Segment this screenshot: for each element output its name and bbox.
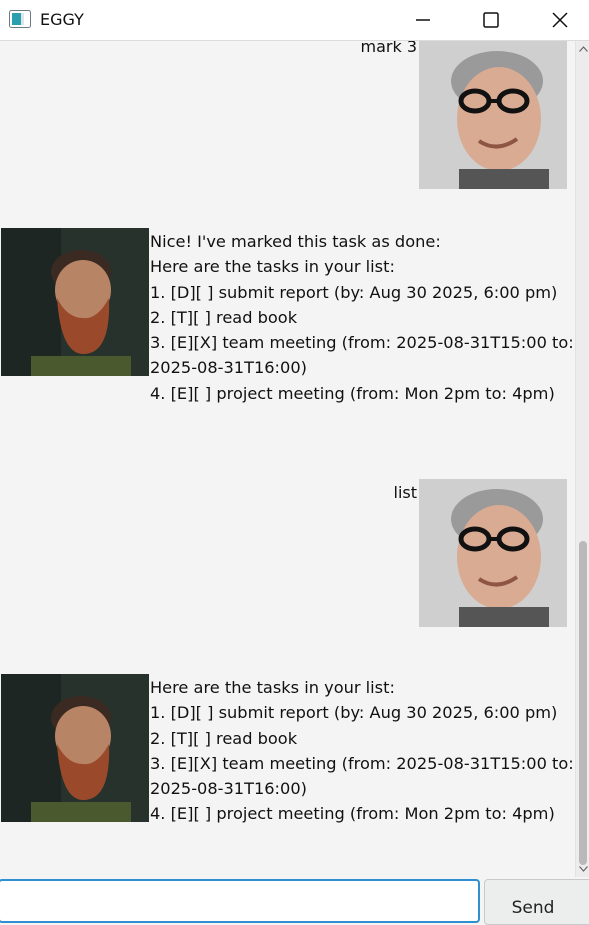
scroll-up-button[interactable] xyxy=(576,43,589,55)
user-avatar xyxy=(419,41,567,189)
bot-message-text: Nice! I've marked this task as done: Her… xyxy=(150,229,574,406)
bot-line: 4. [E][ ] project meeting (from: Mon 2pm… xyxy=(150,383,555,403)
chevron-up-icon xyxy=(578,46,588,52)
input-row: Send xyxy=(0,877,589,925)
scroll-thumb[interactable] xyxy=(579,541,587,865)
scroll-down-button[interactable] xyxy=(576,863,589,875)
bot-line: 4. [E][ ] project meeting (from: Mon 2pm… xyxy=(150,804,555,824)
app-icon xyxy=(9,10,31,28)
bot-line: Here are the tasks in your list: xyxy=(150,678,395,697)
bot-line: Here are the tasks in your list: xyxy=(150,257,395,277)
minimize-button[interactable] xyxy=(394,0,452,40)
bot-line: 2. [T][ ] read book xyxy=(150,728,298,748)
user-avatar xyxy=(419,479,567,627)
user-message-text: mark 3 xyxy=(360,41,418,56)
bot-line: 3. [E][X] team meeting (from: 2025-08-31… xyxy=(150,333,574,353)
bot-line: 2. [T][ ] read book xyxy=(150,307,298,327)
bot-line: 1. [D][ ] submit report (by: Aug 30 2025… xyxy=(150,703,558,723)
chevron-down-icon xyxy=(578,866,588,872)
send-button[interactable]: Send xyxy=(484,879,589,925)
bot-line: Nice! I've marked this task as done: xyxy=(150,232,441,251)
chat-scroll-pane[interactable]: mark 3 Nice! I've marked this task as do… xyxy=(0,41,575,877)
bot-line: 3. [E][X] team meeting (from: 2025-08-31… xyxy=(150,753,574,773)
bot-avatar xyxy=(1,674,149,822)
vertical-scrollbar[interactable] xyxy=(575,41,589,877)
message-input[interactable] xyxy=(0,879,480,923)
bot-line: 2025-08-31T16:00) xyxy=(150,358,307,378)
user-message-text: list xyxy=(393,483,418,502)
bot-line: 2025-08-31T16:00) xyxy=(150,779,307,799)
minimize-icon xyxy=(416,19,430,21)
close-icon xyxy=(552,12,568,28)
close-button[interactable] xyxy=(531,0,589,40)
title-bar: EGGY xyxy=(0,0,589,41)
maximize-button[interactable] xyxy=(462,0,520,40)
maximize-icon xyxy=(483,12,499,28)
bot-line: 1. [D][ ] submit report (by: Aug 30 2025… xyxy=(150,282,558,302)
window-title: EGGY xyxy=(40,10,84,29)
bot-avatar xyxy=(1,228,149,376)
bot-message-text: Here are the tasks in your list: 1. [D][… xyxy=(150,675,574,827)
